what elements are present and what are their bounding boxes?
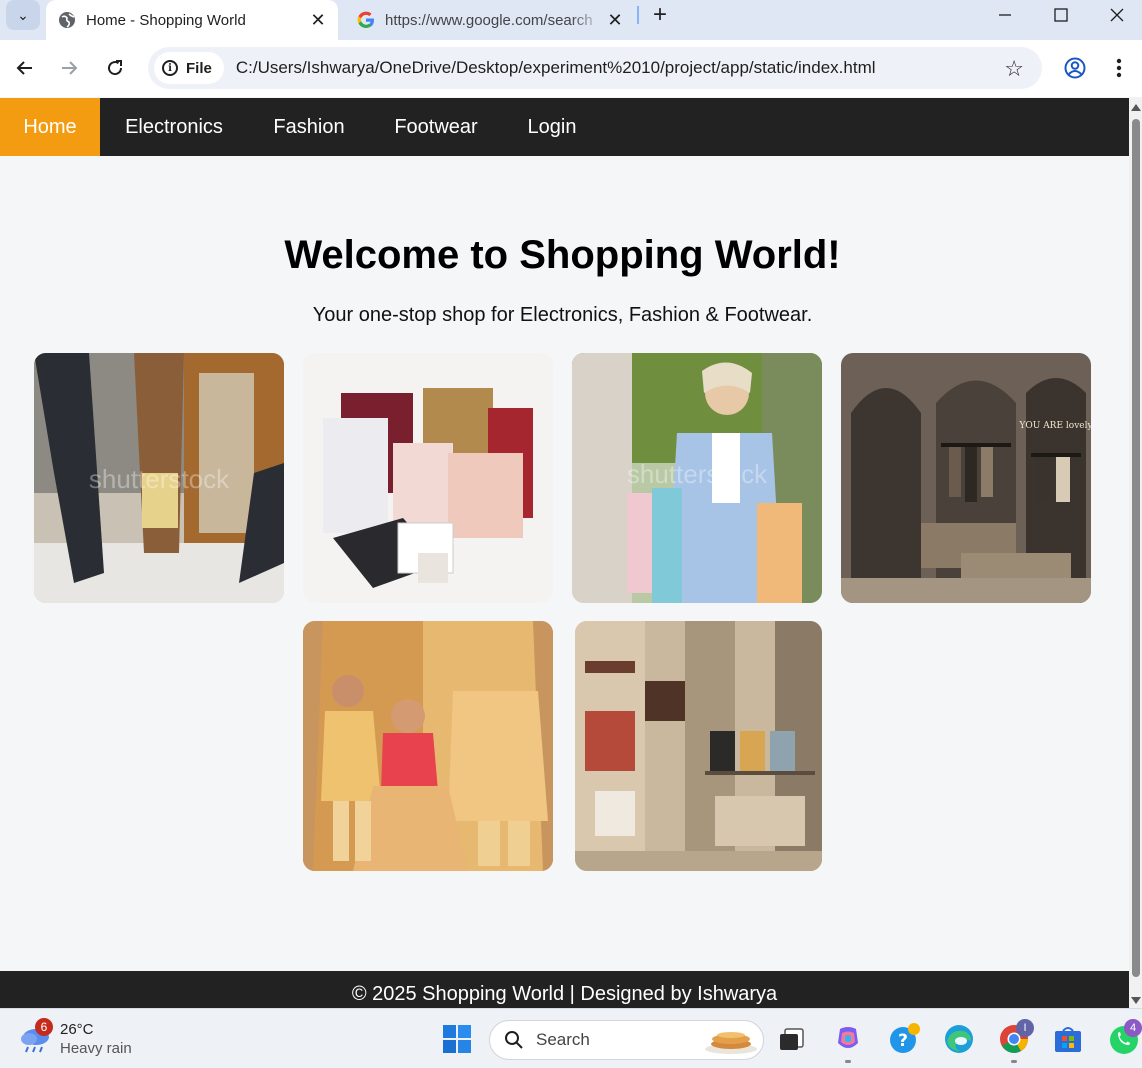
weather-temperature: 26°C: [60, 1021, 94, 1038]
weather-description: Heavy rain: [60, 1040, 132, 1057]
running-indicator: [845, 1060, 851, 1063]
nav-electronics[interactable]: Electronics: [108, 98, 240, 156]
weather-alert-badge: 6: [35, 1018, 53, 1036]
address-bar[interactable]: i File C:/Users/Ishwarya/OneDrive/Deskto…: [148, 47, 1042, 89]
tab-title: https://www.google.com/search: [385, 11, 593, 29]
tab-home-shopping-world[interactable]: Home - Shopping World ✕: [46, 0, 338, 40]
windows-taskbar: 6 26°C Heavy rain Search ? I 4: [0, 1008, 1142, 1068]
scroll-thumb[interactable]: [1132, 119, 1140, 977]
tile-watermark: shutterstock: [89, 464, 230, 494]
hero-title: Welcome to Shopping World!: [284, 233, 841, 277]
tile-sign-text: YOU ARE lovely: [1018, 421, 1091, 431]
teams-badge: I: [1016, 1019, 1034, 1037]
pancake-search-highlight-icon: [705, 1032, 757, 1054]
reload-icon[interactable]: [101, 54, 129, 82]
gallery-image-boutique-interior[interactable]: YOU ARE lovely: [841, 353, 1091, 603]
more-menu-icon[interactable]: [1105, 54, 1133, 82]
windows-start-icon[interactable]: [442, 1024, 472, 1054]
site-footer: © 2025 Shopping World | Designed by Ishw…: [0, 971, 1129, 1008]
gallery-image-handbag-store[interactable]: [575, 621, 822, 871]
close-tab-icon[interactable]: ✕: [306, 10, 330, 31]
globe-icon: [58, 11, 76, 29]
gallery-image-shoppers[interactable]: shutterstock: [34, 353, 284, 603]
task-view-icon[interactable]: [776, 1023, 808, 1055]
gallery-image-gift-bags[interactable]: [303, 353, 553, 603]
browser-toolbar: i File C:/Users/Ishwarya/OneDrive/Deskto…: [0, 40, 1142, 97]
close-tab-icon[interactable]: ✕: [603, 10, 627, 31]
profile-icon[interactable]: [1061, 54, 1089, 82]
site-info-chip[interactable]: i File: [154, 52, 224, 84]
help-get-started-icon[interactable]: ?: [888, 1023, 920, 1055]
back-arrow-icon[interactable]: [11, 54, 39, 82]
weather-widget[interactable]: 6 26°C Heavy rain: [18, 1017, 148, 1061]
nav-home[interactable]: Home: [0, 98, 100, 156]
scroll-down-arrow-icon[interactable]: [1131, 997, 1141, 1004]
page-viewport: Home Electronics Fashion Footwear Login …: [0, 97, 1129, 1008]
page-scrollbar[interactable]: [1129, 97, 1142, 1008]
taskbar-search-box[interactable]: Search: [489, 1020, 764, 1060]
minimize-icon[interactable]: [977, 0, 1033, 30]
tab-title: Home - Shopping World: [86, 11, 246, 29]
scroll-up-arrow-icon[interactable]: [1131, 104, 1141, 111]
site-navbar: Home Electronics Fashion Footwear Login: [0, 98, 1129, 156]
tab-separator: [637, 6, 639, 24]
site-chip-label: File: [186, 59, 212, 77]
url-text[interactable]: C:/Users/Ishwarya/OneDrive/Desktop/exper…: [236, 58, 876, 78]
close-window-icon[interactable]: [1089, 0, 1142, 30]
browser-tabstrip: ⌄ Home - Shopping World ✕ https://www.go…: [0, 0, 1142, 40]
hero-subtitle: Your one-stop shop for Electronics, Fash…: [312, 304, 813, 326]
microsoft-store-icon[interactable]: [1052, 1023, 1084, 1055]
google-icon: [357, 11, 375, 29]
forward-arrow-icon[interactable]: [55, 54, 83, 82]
gallery-image-woman-with-bags[interactable]: shutterstock: [572, 353, 822, 603]
maximize-icon[interactable]: [1033, 0, 1089, 30]
whatsapp-badge: 4: [1124, 1019, 1142, 1037]
copilot-icon[interactable]: [832, 1023, 864, 1055]
search-icon: [505, 1031, 523, 1049]
new-tab-plus-icon[interactable]: +: [646, 0, 674, 30]
gallery-image-family-ethnic-wear[interactable]: [303, 621, 553, 871]
info-icon: i: [162, 60, 178, 76]
bookmark-star-icon[interactable]: ☆: [1004, 56, 1024, 82]
svg-text:?: ?: [898, 1031, 908, 1051]
edge-browser-icon[interactable]: [943, 1023, 975, 1055]
nav-footwear[interactable]: Footwear: [380, 98, 492, 156]
tab-google-search[interactable]: https://www.google.com/search ✕: [345, 0, 635, 40]
nav-login[interactable]: Login: [510, 98, 594, 156]
tile-watermark: shutterstock: [627, 459, 768, 489]
nav-fashion[interactable]: Fashion: [256, 98, 362, 156]
taskbar-search-placeholder: Search: [536, 1030, 590, 1049]
running-indicator: [1011, 1060, 1017, 1063]
tab-search-chevron-icon[interactable]: ⌄: [6, 0, 40, 30]
